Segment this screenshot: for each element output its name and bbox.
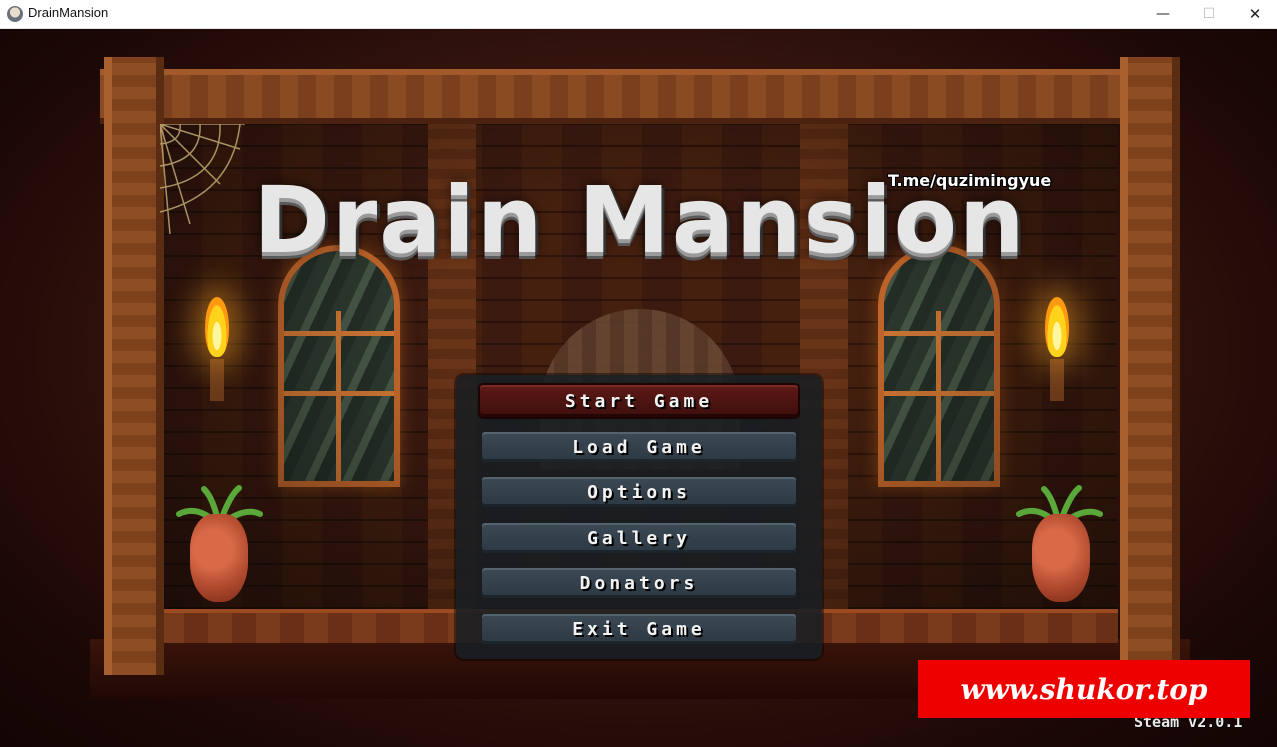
maximize-button[interactable]: ☐ [1186,0,1232,28]
wooden-pillar-left [104,57,164,675]
torch-right [1050,359,1064,401]
gallery-button[interactable]: Gallery [482,523,796,553]
window-title: DrainMansion [28,5,109,20]
window-titlebar[interactable]: DrainMansion — ☐ ✕ [0,0,1277,29]
minimize-button[interactable]: — [1140,0,1186,28]
wooden-pillar-right [1120,57,1180,675]
cobweb-icon [160,124,245,234]
vase-left [190,514,248,602]
ceiling-beam [100,69,1180,124]
game-canvas: Drain Mansion T.me/quzimingyue Start Gam… [0,29,1277,747]
donators-button[interactable]: Donators [482,568,796,598]
close-button[interactable]: ✕ [1232,0,1277,28]
torch-left [210,359,224,401]
telegram-watermark: T.me/quzimingyue [888,171,1052,190]
app-icon [7,6,23,22]
ad-banner: www.shukor.top [918,660,1250,718]
vase-right [1032,514,1090,602]
exit-game-button[interactable]: Exit Game [482,614,796,644]
start-game-button[interactable]: Start Game [480,385,798,417]
options-button[interactable]: Options [482,477,796,507]
flame-icon [1045,297,1069,357]
main-menu: Start Game Load Game Options Gallery Don… [456,375,822,659]
load-game-button[interactable]: Load Game [482,432,796,462]
flame-icon [205,297,229,357]
